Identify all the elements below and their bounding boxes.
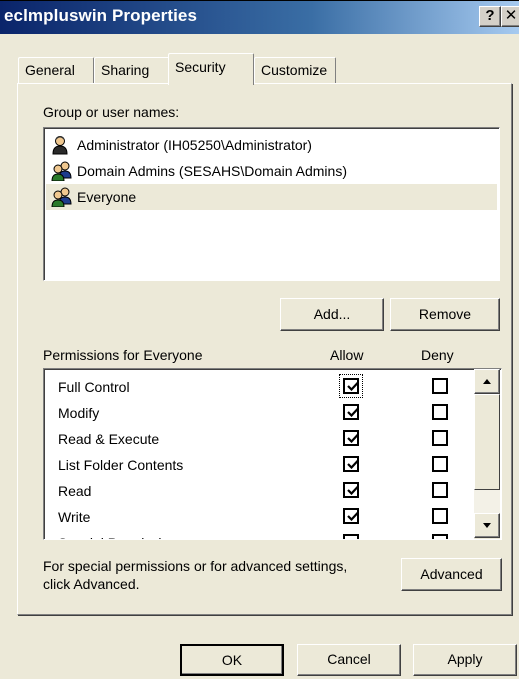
permission-name: Write (58, 509, 91, 525)
allow-checkbox[interactable] (343, 456, 359, 472)
user-name: Domain Admins (SESAHS\Domain Admins) (77, 163, 347, 179)
tab-security[interactable]: Security (168, 53, 254, 85)
tab-general[interactable]: General (18, 57, 94, 83)
deny-checkbox[interactable] (432, 534, 448, 539)
close-button[interactable]: ✕ (501, 6, 519, 27)
allow-column-header: Allow (330, 347, 364, 363)
apply-button[interactable]: Apply (413, 644, 517, 676)
permission-name: Read & Execute (58, 431, 160, 447)
group-users-label: Group or user names: (43, 104, 180, 120)
deny-checkbox[interactable] (432, 404, 448, 420)
allow-checkbox[interactable] (343, 430, 359, 446)
properties-dialog: eclmpluswin Properties ? ✕ General Shari… (0, 0, 519, 679)
help-button[interactable]: ? (479, 6, 501, 27)
permission-name: Read (58, 483, 92, 499)
user-item-administrator[interactable]: Administrator (IH05250\Administrator) (46, 132, 497, 158)
permission-row: Modify (44, 397, 474, 423)
user-item-everyone[interactable]: Everyone (46, 184, 497, 210)
permission-row: Read (44, 475, 474, 501)
deny-checkbox[interactable] (432, 482, 448, 498)
window-title: eclmpluswin Properties (4, 6, 198, 25)
user-name: Everyone (77, 189, 137, 205)
permission-name: Special Permissions (58, 535, 184, 539)
permission-row: List Folder Contents (44, 449, 474, 475)
users-list[interactable]: Administrator (IH05250\Administrator) Do… (43, 127, 500, 281)
permissions-label: Permissions for Everyone (43, 347, 203, 363)
permission-name: List Folder Contents (58, 457, 184, 473)
security-panel: Group or user names: Administrator (IH05… (17, 83, 512, 615)
allow-checkbox[interactable] (343, 404, 359, 420)
user-item-domain-admins[interactable]: Domain Admins (SESAHS\Domain Admins) (46, 158, 497, 184)
advanced-hint-line2: click Advanced. (43, 576, 140, 592)
scrollbar-thumb[interactable] (474, 394, 500, 490)
deny-column-header: Deny (421, 347, 454, 363)
advanced-button[interactable]: Advanced (401, 558, 502, 591)
permission-name: Modify (58, 405, 100, 421)
deny-checkbox[interactable] (432, 430, 448, 446)
deny-checkbox[interactable] (432, 378, 448, 394)
close-icon: ✕ (504, 7, 518, 24)
tab-customize[interactable]: Customize (254, 57, 336, 83)
ok-button[interactable]: OK (180, 644, 284, 676)
permission-row: Full Control (44, 371, 474, 398)
scroll-up-button[interactable] (474, 369, 500, 394)
group-users-icon (51, 161, 73, 181)
arrow-down-icon (483, 523, 491, 528)
allow-checkbox[interactable] (343, 508, 359, 524)
allow-checkbox[interactable] (343, 482, 359, 498)
permissions-scrollbar[interactable] (474, 369, 500, 539)
title-bar[interactable]: eclmpluswin Properties ? ✕ (0, 1, 519, 34)
allow-checkbox[interactable] (343, 534, 359, 539)
remove-button[interactable]: Remove (390, 298, 500, 331)
permission-row: Read & Execute (44, 423, 474, 449)
single-user-icon (51, 135, 73, 155)
allow-checkbox[interactable] (343, 378, 359, 394)
scroll-down-button[interactable] (474, 513, 500, 538)
permissions-list[interactable]: Full Control Modify Read & Execute List Fol… (43, 368, 502, 540)
group-users-icon (51, 187, 73, 207)
add-button[interactable]: Add... (280, 298, 384, 331)
permission-row: Special Permissions (44, 527, 474, 539)
cancel-button[interactable]: Cancel (297, 644, 401, 676)
permission-row: Write (44, 501, 474, 527)
advanced-hint-line1: For special permissions or for advanced … (43, 558, 348, 574)
deny-checkbox[interactable] (432, 508, 448, 524)
user-name: Administrator (IH05250\Administrator) (77, 137, 312, 153)
tab-sharing[interactable]: Sharing (94, 57, 178, 83)
deny-checkbox[interactable] (432, 456, 448, 472)
arrow-up-icon (483, 379, 491, 384)
permission-name: Full Control (58, 379, 130, 395)
